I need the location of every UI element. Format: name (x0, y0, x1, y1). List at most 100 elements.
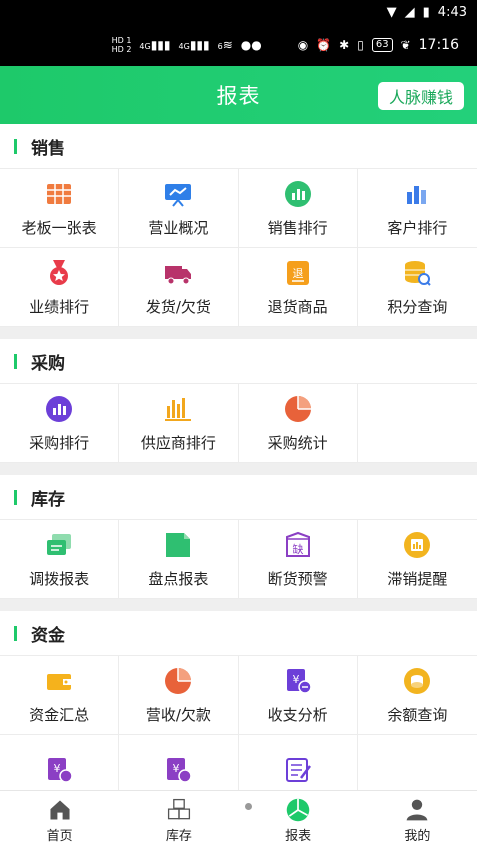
boxes-icon (166, 797, 192, 823)
report-item[interactable]: 盘点报表 (119, 520, 239, 599)
battery-icon: ▮ (422, 4, 430, 20)
income-expense-icon: ¥ (283, 666, 313, 696)
report-item[interactable]: 余额查询 (357, 656, 477, 735)
report-item[interactable]: ¥ (119, 735, 239, 790)
section-title: 库存 (31, 489, 65, 510)
section-header: 销售 (0, 124, 477, 168)
section-accent-bar (14, 138, 17, 154)
report-item[interactable]: 资金汇总 (0, 656, 120, 735)
report-content[interactable]: 销售老板一张表营业概况 销售排行 客户排行业绩排行 发货/欠货退退货商品积分查询采购采… (0, 124, 477, 790)
empty-cell (358, 735, 477, 790)
nav-item[interactable]: 首页 (0, 791, 119, 849)
pie-chart-icon (283, 394, 313, 424)
report-item-label: 积分查询 (387, 297, 448, 316)
report-item[interactable] (239, 735, 358, 790)
referral-button[interactable]: 人脉赚钱 (377, 82, 464, 110)
report-item-label: 余额查询 (387, 705, 448, 724)
hd2-label: HD 2 (111, 45, 132, 54)
status-bar: HD 1 HD 2 4G▮▮▮ 4G▮▮▮ 6≋ ●● ◉ ⏰ ✱ ▯ 63 ❦… (0, 24, 477, 66)
section-header: 库存 (0, 475, 477, 519)
section-title: 资金 (31, 625, 65, 646)
report-item-label: 营业概况 (148, 218, 209, 237)
notepad-icon (283, 755, 313, 785)
section-title: 采购 (31, 353, 65, 374)
report-item[interactable]: 销售排行 (238, 169, 358, 248)
report-item[interactable]: 供应商排行 (119, 384, 239, 463)
section-divider (0, 463, 477, 475)
section-accent-bar (14, 353, 17, 369)
medal-icon (44, 258, 74, 288)
wallet-icon (44, 666, 74, 696)
sim-labels: HD 1 HD 2 (112, 36, 132, 54)
report-item[interactable]: 营收/欠款 (119, 656, 239, 735)
page-title: 报表 (216, 84, 261, 108)
system-time: 4:43 (437, 4, 467, 20)
report-item-label: 调拨报表 (29, 569, 90, 588)
column-chart-icon (402, 179, 432, 209)
report-item[interactable]: 缺断货预警 (238, 520, 358, 599)
nav-label: 我的 (404, 828, 431, 844)
report-item[interactable]: ¥ (0, 735, 120, 790)
section-grid: 资金汇总 营收/欠款 ¥ 收支分析 余额查询 ¥ ¥ (0, 655, 477, 790)
section-grid: 调拨报表 盘点报表缺断货预警滞销提醒 (0, 519, 477, 599)
folder-report-icon (163, 530, 193, 560)
section-divider (0, 599, 477, 611)
section-accent-bar (14, 489, 17, 505)
report-item-label: 滞销提醒 (387, 569, 448, 588)
svg-text:退: 退 (292, 267, 303, 280)
report-item[interactable]: 积分查询 (357, 248, 477, 327)
report-item[interactable]: 营业概况 (119, 169, 239, 248)
wifi-icon: 6≋ (217, 38, 233, 52)
report-item[interactable]: 发货/欠货 (119, 248, 239, 327)
nav-item[interactable]: 报表 (239, 791, 358, 849)
report-item[interactable]: 采购统计 (238, 384, 358, 463)
report-item[interactable]: 业绩排行 (0, 248, 120, 327)
table-icon (44, 179, 74, 209)
nav-label: 报表 (285, 828, 312, 844)
empty-cell (357, 384, 477, 463)
supplier-money-icon: ¥ (163, 755, 193, 785)
person-icon (404, 797, 430, 823)
chat-icon: ●● (240, 38, 262, 52)
alarm-icon: ⏰ (316, 38, 332, 52)
nav-label: 首页 (46, 828, 73, 844)
purchase-rank-icon (44, 394, 74, 424)
transfer-icon (44, 530, 74, 560)
balance-icon (402, 666, 432, 696)
bluetooth-icon: ✱ (339, 38, 350, 52)
report-item-label: 销售排行 (267, 218, 328, 237)
section-grid: 老板一张表营业概况 销售排行 客户排行业绩排行 发货/欠货退退货商品积分查询 (0, 168, 477, 327)
revenue-pie-icon (163, 666, 193, 696)
nav-indicator-dot (245, 803, 252, 810)
app-header: 报表 人脉赚钱 (0, 66, 477, 124)
svg-text:¥: ¥ (54, 762, 61, 775)
presentation-icon (163, 179, 193, 209)
section-header: 采购 (0, 339, 477, 383)
slow-sales-icon (402, 530, 432, 560)
report-item-label: 供应商排行 (140, 433, 216, 452)
section-title: 销售 (31, 138, 65, 159)
report-item[interactable]: ¥ 收支分析 (238, 656, 358, 735)
report-item-label: 客户排行 (387, 218, 448, 237)
report-item-label: 营收/欠款 (145, 705, 211, 724)
svg-text:缺: 缺 (292, 542, 303, 556)
section-header: 资金 (0, 611, 477, 655)
section-grid: 采购排行 供应商排行 采购统计 (0, 383, 477, 463)
bar-chart-circle-icon (283, 179, 313, 209)
hd1-label: HD 1 (111, 36, 132, 45)
nav-label: 库存 (165, 828, 192, 844)
nav-item[interactable]: 我的 (358, 791, 477, 849)
signal-icon: ◢ (404, 4, 415, 20)
system-bar: ▼ ◢ ▮ 4:43 (0, 0, 477, 24)
report-item[interactable]: 客户排行 (357, 169, 477, 248)
return-box-icon: 退 (283, 258, 313, 288)
report-item[interactable]: 采购排行 (0, 384, 120, 463)
report-item[interactable]: 滞销提醒 (357, 520, 477, 599)
nav-item[interactable]: 库存 (119, 791, 238, 849)
report-item-label: 采购统计 (267, 433, 328, 452)
report-item[interactable]: 老板一张表 (0, 169, 120, 248)
report-item[interactable]: 调拨报表 (0, 520, 120, 599)
home-icon (47, 797, 73, 823)
customer-money-icon: ¥ (44, 755, 74, 785)
report-item[interactable]: 退退货商品 (238, 248, 358, 327)
